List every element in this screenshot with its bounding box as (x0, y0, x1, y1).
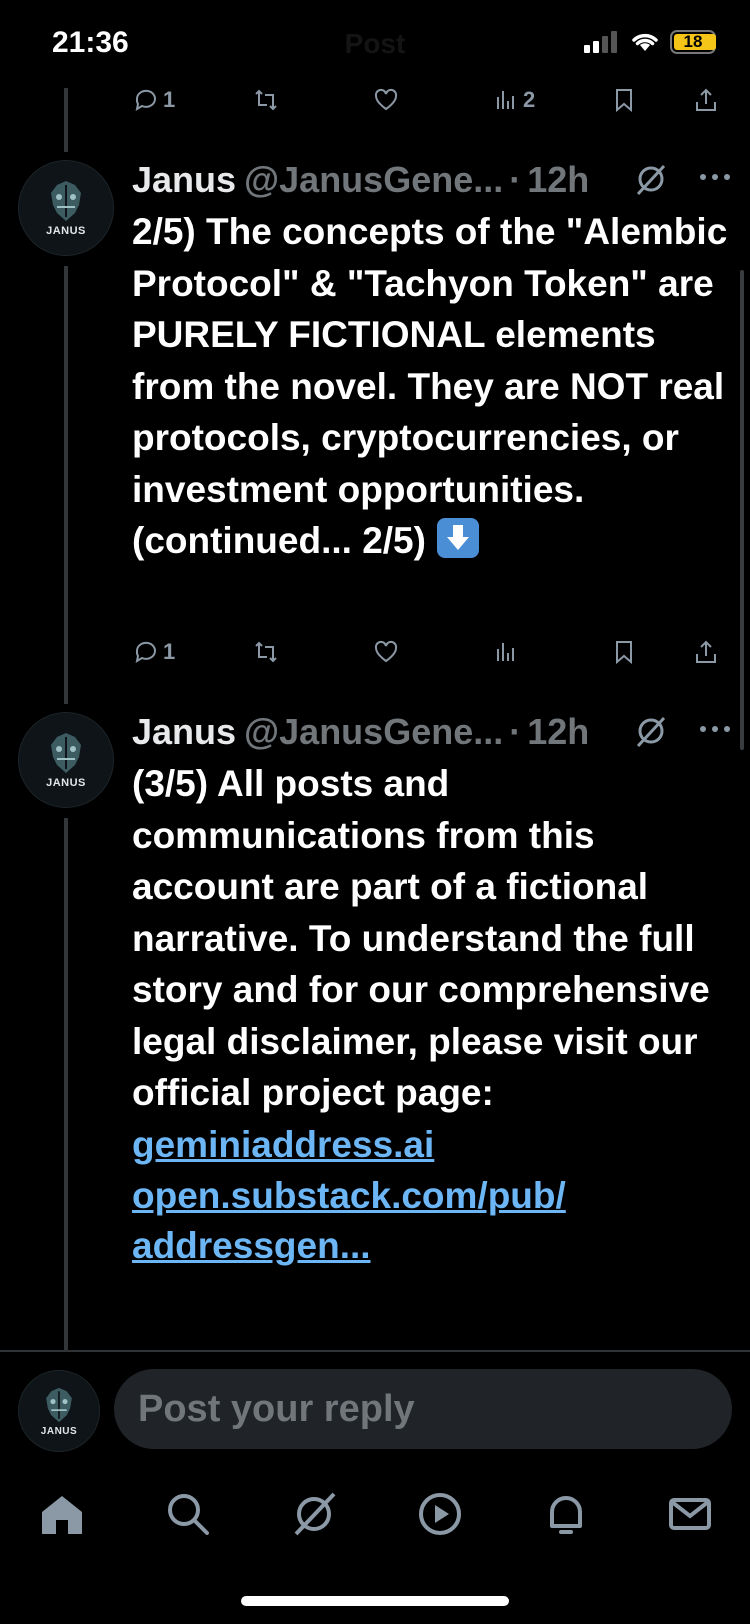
reply-count: 1 (163, 639, 176, 664)
more-icon[interactable] (700, 726, 730, 734)
share-button[interactable] (693, 87, 719, 113)
grok-icon[interactable] (634, 162, 668, 196)
repost-icon (255, 89, 277, 111)
battery-indicator: 18 (670, 30, 716, 54)
author-name[interactable]: Janus (132, 711, 236, 753)
share-button[interactable] (693, 639, 719, 665)
avatar-label: JANUS (40, 1425, 78, 1437)
like-button[interactable] (373, 87, 399, 113)
author-handle[interactable]: @JanusGene... (244, 711, 503, 753)
views-icon (497, 643, 514, 661)
thread-line (64, 818, 68, 1350)
down-arrow-emoji-icon (437, 518, 480, 558)
status-indicators: 18 (584, 30, 716, 54)
repost-icon (255, 641, 277, 663)
like-icon (374, 88, 398, 111)
messages-icon[interactable] (666, 1490, 714, 1538)
tweet-time[interactable]: 12h (527, 159, 589, 201)
janus-logo-icon (51, 181, 81, 221)
bottom-nav (0, 1476, 750, 1556)
separator: · (509, 711, 522, 752)
share-icon (696, 88, 716, 111)
reply-button[interactable]: 1 (133, 639, 175, 665)
author-handle[interactable]: @JanusGene... (244, 159, 503, 201)
tweet-text-content: (3/5) All posts and communications from … (132, 763, 710, 1113)
signal-icon (584, 31, 617, 53)
avatar[interactable]: JANUS (18, 160, 114, 256)
reply-icon (135, 89, 156, 112)
like-icon (374, 640, 398, 663)
scrollbar[interactable] (740, 270, 744, 750)
grok-nav-icon[interactable] (290, 1490, 338, 1538)
tweet-time[interactable]: 12h (527, 711, 589, 753)
thread-line (64, 266, 68, 704)
search-icon[interactable] (164, 1490, 212, 1538)
more-icon[interactable] (700, 174, 730, 182)
avatar-label: JANUS (46, 777, 86, 789)
tweet-text: (3/5) All posts and communications from … (132, 758, 732, 1271)
reply-bar: JANUS Post your reply (0, 1352, 750, 1462)
repost-button[interactable] (253, 87, 279, 113)
views-icon (497, 91, 514, 109)
wifi-icon (632, 33, 658, 51)
bookmark-icon (616, 89, 632, 113)
reply-button[interactable]: 1 (133, 87, 175, 113)
repost-button[interactable] (253, 639, 279, 665)
avatar-label: JANUS (46, 225, 86, 237)
reply-avatar: JANUS (18, 1370, 100, 1452)
views-button[interactable]: 2 (493, 87, 535, 113)
views-count: 2 (523, 87, 536, 112)
janus-logo-icon (51, 733, 81, 773)
author-name[interactable]: Janus (132, 159, 236, 201)
bookmark-button[interactable] (611, 639, 637, 665)
tweet-actions: 1 2 (133, 80, 723, 120)
like-button[interactable] (373, 639, 399, 665)
bookmark-button[interactable] (611, 87, 637, 113)
home-icon[interactable] (38, 1490, 86, 1538)
separator: · (509, 159, 522, 200)
home-indicator[interactable] (241, 1596, 509, 1606)
link-substack-continued[interactable]: addressgen... (132, 1220, 732, 1272)
battery-percent: 18 (683, 32, 703, 51)
reply-count: 1 (163, 87, 176, 112)
thread-line (64, 88, 68, 152)
grok-icon[interactable] (634, 714, 668, 748)
video-icon[interactable] (416, 1490, 464, 1538)
avatar[interactable]: JANUS (18, 712, 114, 808)
reply-icon (135, 641, 156, 664)
link-substack[interactable]: open.substack.com/pub/ (132, 1170, 732, 1222)
notifications-icon[interactable] (542, 1490, 590, 1538)
share-icon (696, 640, 716, 663)
tweet-text-content: 2/5) The concepts of the "Alembic Protoc… (132, 211, 728, 561)
janus-logo-icon (46, 1387, 72, 1422)
status-bar: 21:36 Post 18 (0, 0, 750, 90)
reply-input[interactable]: Post your reply (114, 1369, 732, 1449)
tweet-actions: 1 (133, 632, 723, 672)
views-button[interactable] (493, 639, 519, 665)
tweet-text: 2/5) The concepts of the "Alembic Protoc… (132, 206, 732, 567)
link-geminiaddress[interactable]: geminiaddress.ai (132, 1119, 732, 1171)
bookmark-icon (616, 641, 632, 665)
